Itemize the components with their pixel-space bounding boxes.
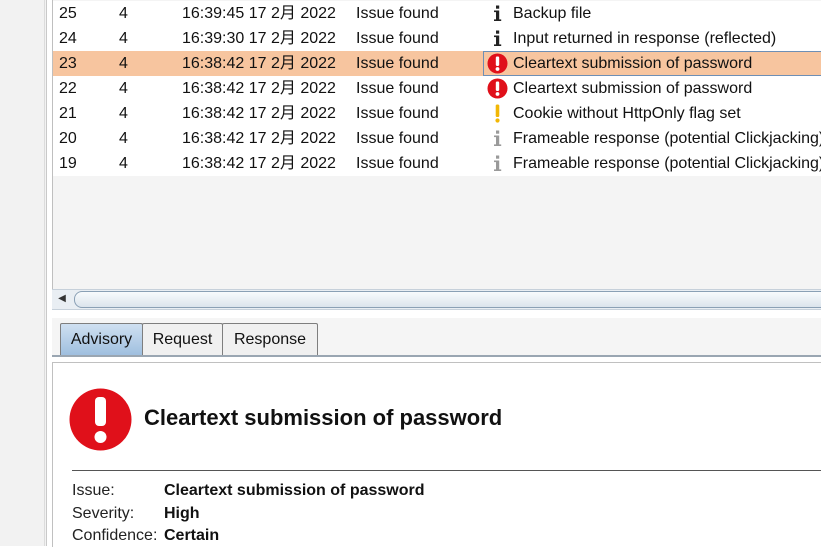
- row-action: Issue found: [356, 130, 439, 147]
- table-row-selected[interactable]: 23 4 16:38:42 17 2月 2022 Issue found Cle…: [53, 51, 821, 76]
- row-issue-cell[interactable]: Input returned in response (reflected): [483, 26, 821, 51]
- row-action: Issue found: [356, 30, 439, 47]
- info-icon: [494, 30, 502, 46]
- table-row[interactable]: 20 4 16:38:42 17 2月 2022 Issue found Fra…: [53, 126, 821, 151]
- row-host: 4: [119, 30, 128, 47]
- left-panel-edge: [0, 0, 47, 546]
- advisory-divider: [72, 470, 821, 471]
- row-number: 21: [59, 105, 77, 122]
- issue-key: Issue:: [72, 482, 115, 499]
- scroll-left-arrow-icon[interactable]: ◀: [54, 292, 70, 306]
- table-row[interactable]: 19 4 16:38:42 17 2月 2022 Issue found Fra…: [53, 151, 821, 176]
- row-issue-cell[interactable]: Backup file: [483, 1, 821, 26]
- row-number: 19: [59, 155, 77, 172]
- row-time: 16:38:42 17 2月 2022: [182, 130, 336, 147]
- row-number: 24: [59, 30, 77, 47]
- advisory-panel: Cleartext submission of password Issue: …: [52, 362, 821, 547]
- issues-table: 25 4 16:39:45 17 2月 2022 Issue found Bac…: [52, 0, 821, 289]
- row-host: 4: [119, 80, 128, 97]
- row-number: 20: [59, 130, 77, 147]
- row-action: Issue found: [356, 80, 439, 97]
- row-number: 22: [59, 80, 77, 97]
- table-row[interactable]: 22 4 16:38:42 17 2月 2022 Issue found Cle…: [53, 76, 821, 101]
- row-time: 16:38:42 17 2月 2022: [182, 55, 336, 72]
- row-number: 25: [59, 5, 77, 22]
- tab-advisory[interactable]: Advisory: [60, 323, 143, 355]
- row-issue-cell[interactable]: Cleartext submission of password: [483, 51, 821, 76]
- high-severity-icon: [487, 78, 508, 99]
- advisory-title: Cleartext submission of password: [144, 405, 503, 430]
- severity-key: Severity:: [72, 505, 135, 522]
- row-number: 23: [59, 55, 77, 72]
- severity-value: High: [164, 505, 200, 522]
- row-issue-cell[interactable]: Cleartext submission of password: [483, 76, 821, 101]
- horizontal-scrollbar[interactable]: ◀: [52, 289, 821, 310]
- low-severity-icon: [495, 104, 500, 123]
- row-action: Issue found: [356, 5, 439, 22]
- row-action: Issue found: [356, 55, 439, 72]
- row-action: Issue found: [356, 155, 439, 172]
- confidence-key: Confidence:: [72, 527, 158, 544]
- row-issue-label: Backup file: [513, 5, 592, 22]
- tab-response[interactable]: Response: [222, 323, 318, 355]
- row-issue-label: Cookie without HttpOnly flag set: [513, 105, 741, 122]
- info-icon: [494, 130, 502, 146]
- scrollbar-thumb[interactable]: [74, 291, 821, 308]
- tabs-divider: [52, 355, 821, 357]
- tab-request[interactable]: Request: [142, 323, 223, 355]
- table-row[interactable]: 21 4 16:38:42 17 2月 2022 Issue found Coo…: [53, 101, 821, 126]
- row-host: 4: [119, 5, 128, 22]
- row-time: 16:39:30 17 2月 2022: [182, 30, 336, 47]
- row-host: 4: [119, 105, 128, 122]
- high-severity-alert-icon: [69, 388, 132, 451]
- row-host: 4: [119, 55, 128, 72]
- detail-tabs: Advisory Request Response: [52, 318, 821, 356]
- info-icon: [494, 155, 502, 171]
- row-time: 16:38:42 17 2月 2022: [182, 155, 336, 172]
- table-row[interactable]: 24 4 16:39:30 17 2月 2022 Issue found Inp…: [53, 26, 821, 51]
- issue-value: Cleartext submission of password: [164, 482, 425, 499]
- row-host: 4: [119, 130, 128, 147]
- row-issue-label: Frameable response (potential Clickjacki…: [513, 155, 821, 172]
- row-time: 16:38:42 17 2月 2022: [182, 105, 336, 122]
- row-issue-label: Cleartext submission of password: [513, 55, 753, 72]
- row-time: 16:38:42 17 2月 2022: [182, 80, 336, 97]
- row-issue-label: Input returned in response (reflected): [513, 30, 777, 47]
- row-time: 16:39:45 17 2月 2022: [182, 5, 336, 22]
- row-issue-label: Cleartext submission of password: [513, 80, 753, 97]
- row-issue-cell[interactable]: Cookie without HttpOnly flag set: [483, 101, 821, 126]
- row-host: 4: [119, 155, 128, 172]
- row-issue-cell[interactable]: Frameable response (potential Clickjacki…: [483, 151, 821, 176]
- table-row[interactable]: 25 4 16:39:45 17 2月 2022 Issue found Bac…: [53, 1, 821, 26]
- row-action: Issue found: [356, 105, 439, 122]
- row-issue-label: Frameable response (potential Clickjacki…: [513, 130, 821, 147]
- row-issue-cell[interactable]: Frameable response (potential Clickjacki…: [483, 126, 821, 151]
- high-severity-icon: [487, 53, 508, 74]
- confidence-value: Certain: [164, 527, 220, 544]
- info-icon: [494, 5, 502, 21]
